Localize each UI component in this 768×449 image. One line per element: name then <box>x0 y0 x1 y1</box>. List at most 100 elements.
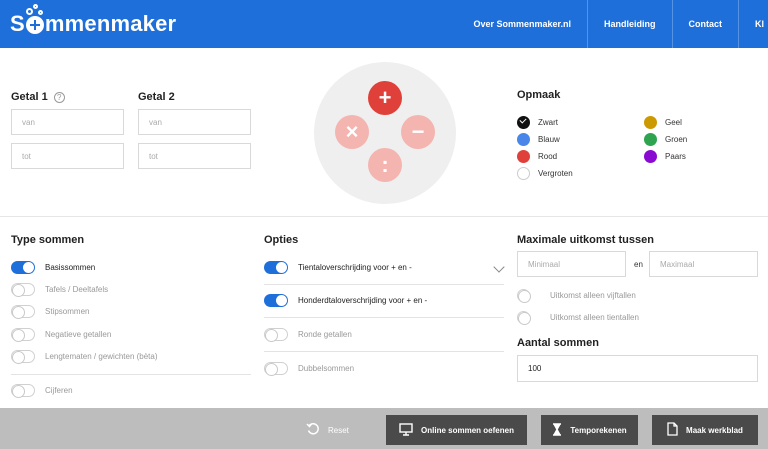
top-header: S mmenmaker Over Sommenmaker.nl Handleid… <box>0 0 768 48</box>
color-option-groen[interactable]: Groen <box>644 133 687 146</box>
toggle-label: Honderdtaloverschrijding voor + en - <box>298 296 428 305</box>
color-label: Groen <box>665 135 688 144</box>
getal1-label: Getal 1 <box>11 91 48 103</box>
option-label: Uitkomst alleen vijftallen <box>550 291 636 300</box>
color-label: Blauw <box>538 135 560 144</box>
temporekenen-button[interactable]: Temporekenen <box>541 415 638 445</box>
radio-circle[interactable] <box>517 311 531 325</box>
logo-text-end: mmenmaker <box>44 11 177 36</box>
maak-werkblad-button[interactable]: Maak werkblad <box>652 415 758 445</box>
toggle-switch[interactable] <box>11 384 35 398</box>
divider-line <box>11 374 251 375</box>
en-label: en <box>634 260 643 269</box>
toggle-lengtematen[interactable]: Lengtematen / gewichten (bèta) <box>11 350 158 364</box>
reset-icon <box>306 422 320 438</box>
section-divider <box>0 216 768 217</box>
radio-tientallen[interactable]: Uitkomst alleen tientallen <box>517 311 639 325</box>
logo-text-start: S <box>10 11 25 36</box>
divider-line <box>264 284 504 285</box>
color-option-blauw[interactable]: Blauw <box>517 133 560 146</box>
nav-over[interactable]: Over Sommenmaker.nl <box>457 0 587 48</box>
temporekenen-label: Temporekenen <box>570 425 627 435</box>
divide-button[interactable]: : <box>368 148 402 182</box>
maximale-title: Maximale uitkomst tussen <box>517 234 654 246</box>
toggle-stipsommen[interactable]: Stipsommen <box>11 305 90 319</box>
plus-button[interactable]: + <box>368 81 402 115</box>
check-icon <box>517 116 530 129</box>
toggle-switch[interactable] <box>11 305 35 319</box>
minimaal-input[interactable]: Minimaal <box>517 251 626 277</box>
opmaak-title: Opmaak <box>517 89 561 101</box>
nav-more[interactable]: Kl <box>738 0 768 48</box>
option-vergroten[interactable]: Vergroten <box>517 167 573 180</box>
logo[interactable]: S mmenmaker <box>10 4 177 42</box>
toggle-switch[interactable] <box>11 261 35 274</box>
color-swatch <box>517 167 530 180</box>
color-swatch <box>517 150 530 163</box>
toggle-negatieve-getallen[interactable]: Negatieve getallen <box>11 328 112 342</box>
monitor-icon <box>399 422 413 438</box>
color-label: Geel <box>665 118 682 127</box>
toggle-label: Stipsommen <box>45 307 90 316</box>
type-sommen-title: Type sommen <box>11 234 85 246</box>
toggle-switch[interactable] <box>264 328 288 342</box>
toggle-switch[interactable] <box>11 328 35 342</box>
toggle-tientaloverschrijding[interactable]: Tientaloverschrijding voor + en - <box>264 261 412 274</box>
getal1-tot-input[interactable]: tot <box>11 143 124 169</box>
toggle-dubbelsommen[interactable]: Dubbelsommen <box>264 362 355 376</box>
toggle-switch[interactable] <box>264 261 288 274</box>
toggle-switch[interactable] <box>264 294 288 307</box>
color-swatch <box>517 133 530 146</box>
toggle-label: Ronde getallen <box>298 330 352 339</box>
aantal-input[interactable]: 100 <box>517 355 758 382</box>
radio-circle[interactable] <box>517 289 531 303</box>
minus-button[interactable]: − <box>401 115 435 149</box>
reset-button[interactable]: Reset <box>306 415 349 445</box>
color-option-zwart[interactable]: Zwart <box>517 116 558 129</box>
document-icon <box>667 422 678 438</box>
toggle-switch[interactable] <box>11 283 35 297</box>
color-label: Vergroten <box>538 169 573 178</box>
toggle-label: Lengtematen / gewichten (bèta) <box>45 352 158 361</box>
maak-werkblad-label: Maak werkblad <box>686 425 743 435</box>
color-swatch <box>644 133 657 146</box>
toggle-honderdtaloverschrijding[interactable]: Honderdtaloverschrijding voor + en - <box>264 294 427 307</box>
color-option-paars[interactable]: Paars <box>644 150 686 163</box>
logo-plus-icon <box>25 16 44 34</box>
color-label: Zwart <box>538 118 558 127</box>
toggle-switch[interactable] <box>264 362 288 376</box>
toggle-switch[interactable] <box>11 350 35 364</box>
nav-handleiding[interactable]: Handleiding <box>587 0 672 48</box>
divider-line <box>264 351 504 352</box>
getal1-heading: Getal 1? <box>11 91 65 103</box>
aantal-title: Aantal sommen <box>517 337 599 349</box>
online-sommen-button[interactable]: Online sommen oefenen <box>386 415 527 445</box>
toggle-basissommen[interactable]: Basissommen <box>11 261 95 274</box>
help-icon[interactable]: ? <box>53 92 65 103</box>
toggle-ronde-getallen[interactable]: Ronde getallen <box>264 328 352 342</box>
hourglass-icon <box>552 422 562 438</box>
toggle-label: Tientaloverschrijding voor + en - <box>298 263 412 272</box>
maximaal-input[interactable]: Maximaal <box>649 251 758 277</box>
radio-vijftallen[interactable]: Uitkomst alleen vijftallen <box>517 289 636 303</box>
getal2-van-input[interactable]: van <box>138 109 251 135</box>
color-label: Rood <box>538 152 558 161</box>
operation-wheel: + × − : <box>314 62 456 204</box>
toggle-cijferen[interactable]: Cijferen <box>11 384 73 398</box>
getal2-tot-input[interactable]: tot <box>138 143 251 169</box>
toggle-label: Dubbelsommen <box>298 364 355 373</box>
chevron-down-icon[interactable] <box>493 261 505 273</box>
toggle-tafels[interactable]: Tafels / Deeltafels <box>11 283 109 297</box>
opties-title: Opties <box>264 234 299 246</box>
toggle-label: Negatieve getallen <box>45 330 112 339</box>
toggle-label: Cijferen <box>45 386 73 395</box>
nav-contact[interactable]: Contact <box>671 0 739 48</box>
reset-label: Reset <box>328 425 349 435</box>
logo-bubbles-icon <box>26 4 44 18</box>
toggle-label: Tafels / Deeltafels <box>45 285 109 294</box>
option-label: Uitkomst alleen tientallen <box>550 313 639 322</box>
color-option-rood[interactable]: Rood <box>517 150 557 163</box>
color-option-geel[interactable]: Geel <box>644 116 682 129</box>
getal1-van-input[interactable]: van <box>11 109 124 135</box>
times-button[interactable]: × <box>335 115 369 149</box>
